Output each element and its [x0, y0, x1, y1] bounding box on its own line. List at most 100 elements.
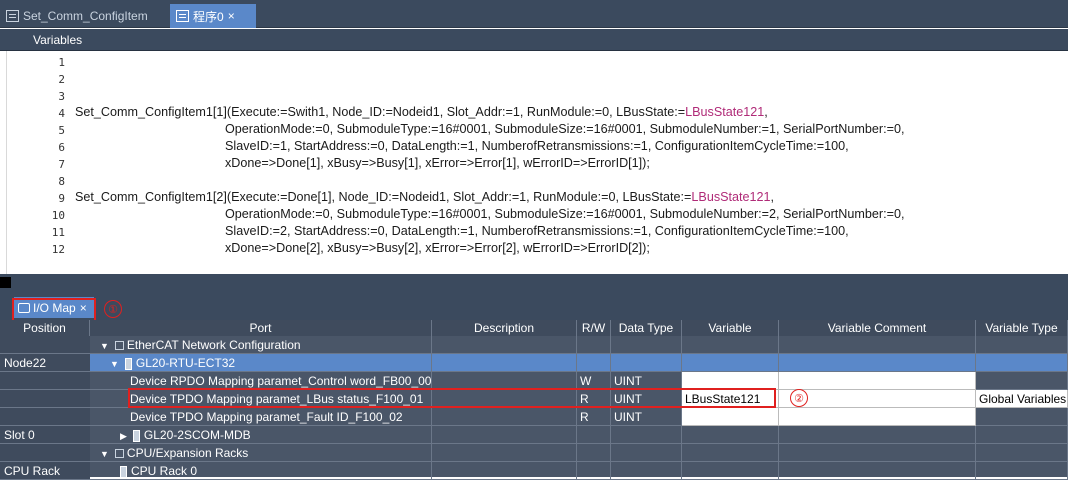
comment-cell[interactable]	[779, 372, 976, 390]
code-line[interactable]: 5 OperationMode:=0, SubmoduleType:=16#000…	[7, 121, 1062, 138]
code-line[interactable]: 2	[7, 70, 1062, 87]
port-cell[interactable]: Device RPDO Mapping paramet_Control word…	[90, 372, 432, 390]
table-row[interactable]: ▼ EtherCAT Network Configuration	[0, 336, 1068, 354]
variable-cell[interactable]	[682, 426, 779, 444]
column-header-port[interactable]: Port	[90, 320, 432, 336]
vartype-cell[interactable]	[976, 372, 1068, 390]
comment-cell[interactable]	[779, 408, 976, 426]
column-header-variable-comment[interactable]: Variable Comment	[779, 320, 976, 336]
comment-cell[interactable]	[779, 426, 976, 444]
code-line[interactable]: 11 SlaveID:=2, StartAddress:=0, DataLengt…	[7, 223, 1062, 240]
variable-cell[interactable]: LBusState121	[682, 390, 779, 408]
rw-cell[interactable]	[577, 462, 611, 480]
code-line[interactable]: 8	[7, 172, 1062, 189]
rw-cell[interactable]: R	[577, 408, 611, 426]
description-cell[interactable]	[432, 462, 577, 480]
rw-cell[interactable]	[577, 444, 611, 462]
rw-cell[interactable]	[577, 336, 611, 354]
vartype-cell[interactable]	[976, 354, 1068, 372]
tab-set-comm-configitem[interactable]: Set_Comm_ConfigItem	[0, 4, 168, 28]
variable-cell[interactable]	[682, 336, 779, 354]
code-line[interactable]: 6 SlaveID:=1, StartAddress:=0, DataLength…	[7, 138, 1062, 155]
type-cell[interactable]	[611, 462, 682, 480]
table-row[interactable]: Device RPDO Mapping paramet_Control word…	[0, 372, 1068, 390]
column-header-description[interactable]: Description	[432, 320, 577, 336]
column-header-variable-type[interactable]: Variable Type	[976, 320, 1068, 336]
description-cell[interactable]	[432, 426, 577, 444]
variable-cell[interactable]	[682, 408, 779, 426]
splitter-handle[interactable]	[0, 277, 11, 288]
port-cell[interactable]: Device TPDO Mapping paramet_LBus status_…	[90, 390, 432, 408]
table-row[interactable]: Slot 0 ▶ GL20-2SCOM-MDB	[0, 426, 1068, 444]
close-icon[interactable]: ×	[228, 9, 235, 23]
variable-cell[interactable]	[682, 444, 779, 462]
port-cell[interactable]: ▼ CPU/Expansion Racks	[90, 444, 432, 462]
type-cell[interactable]: UINT	[611, 408, 682, 426]
type-cell[interactable]: UINT	[611, 390, 682, 408]
code-line[interactable]: 10 OperationMode:=0, SubmoduleType:=16#00…	[7, 206, 1062, 223]
comment-cell[interactable]	[779, 390, 976, 408]
column-header-variable[interactable]: Variable	[682, 320, 779, 336]
type-cell[interactable]: UINT	[611, 372, 682, 390]
vartype-cell[interactable]	[976, 426, 1068, 444]
table-row[interactable]: CPU Rack CPU Rack 0	[0, 462, 1068, 480]
description-cell[interactable]	[432, 354, 577, 372]
tab-io-map[interactable]: I/O Map ×	[14, 297, 94, 318]
close-icon[interactable]: ×	[80, 301, 87, 315]
port-cell[interactable]: CPU Rack 0	[90, 462, 432, 480]
table-row[interactable]: ▼ CPU/Expansion Racks	[0, 444, 1068, 462]
column-header-data-type[interactable]: Data Type	[611, 320, 682, 336]
code-line[interactable]: 3	[7, 87, 1062, 104]
st-code-editor[interactable]: 1 2 3 4 Set_Comm_ConfigItem1[1](Execute:=Swi…	[6, 51, 1068, 274]
type-cell[interactable]	[611, 444, 682, 462]
expand-right-icon[interactable]: ▶	[120, 431, 127, 441]
table-row[interactable]: Node22 ▼ GL20-RTU-ECT32	[0, 354, 1068, 372]
description-cell[interactable]	[432, 390, 577, 408]
code-line[interactable]: 4 Set_Comm_ConfigItem1[1](Execute:=Swith1…	[7, 104, 1062, 121]
io-map-grid[interactable]: Position Port Description R/W Data Type …	[0, 320, 1068, 480]
comment-cell[interactable]	[779, 354, 976, 372]
code-line[interactable]: 1	[7, 53, 1062, 70]
rw-cell[interactable]: R	[577, 390, 611, 408]
description-cell[interactable]	[432, 336, 577, 354]
vartype-cell[interactable]	[976, 408, 1068, 426]
port-cell[interactable]: Device TPDO Mapping paramet_Fault ID_F10…	[90, 408, 432, 426]
code-line[interactable]: 7 xDone=>Done[1], xBusy=>Busy[1], xError=…	[7, 155, 1062, 172]
variables-bar[interactable]: Variables	[0, 29, 1068, 51]
variable-cell[interactable]	[682, 462, 779, 480]
description-cell[interactable]	[432, 372, 577, 390]
expand-down-icon[interactable]: ▼	[110, 359, 119, 369]
comment-cell[interactable]	[779, 336, 976, 354]
code-line[interactable]: 9 Set_Comm_ConfigItem1[2](Execute:=Done[1…	[7, 189, 1062, 206]
variable-cell[interactable]	[682, 354, 779, 372]
code-text: Set_Comm_ConfigItem1[2](Execute:=Done[1]…	[75, 190, 774, 204]
position-cell	[0, 444, 90, 462]
type-cell[interactable]	[611, 354, 682, 372]
expand-down-icon[interactable]: ▼	[100, 341, 109, 351]
comment-cell[interactable]	[779, 462, 976, 480]
type-cell[interactable]	[611, 336, 682, 354]
tab-program0[interactable]: 程序0 ×	[170, 4, 256, 28]
vartype-cell[interactable]	[976, 336, 1068, 354]
port-cell[interactable]: ▼ GL20-RTU-ECT32	[90, 354, 432, 372]
vartype-cell[interactable]	[976, 462, 1068, 480]
column-header-rw[interactable]: R/W	[577, 320, 611, 336]
table-row[interactable]: Device TPDO Mapping paramet_LBus status_…	[0, 390, 1068, 408]
vartype-cell[interactable]	[976, 444, 1068, 462]
code-line[interactable]: 12 xDone=>Done[2], xBusy=>Busy[2], xError…	[7, 240, 1062, 257]
column-header-position[interactable]: Position	[0, 320, 90, 336]
rw-cell[interactable]	[577, 354, 611, 372]
comment-cell[interactable]	[779, 444, 976, 462]
variable-cell[interactable]	[682, 372, 779, 390]
rw-cell[interactable]	[577, 426, 611, 444]
port-cell[interactable]: ▼ EtherCAT Network Configuration	[90, 336, 432, 354]
description-cell[interactable]	[432, 408, 577, 426]
type-cell[interactable]	[611, 426, 682, 444]
expand-down-icon[interactable]: ▼	[100, 449, 109, 459]
table-row[interactable]: Device TPDO Mapping paramet_Fault ID_F10…	[0, 408, 1068, 426]
rw-cell[interactable]: W	[577, 372, 611, 390]
port-cell[interactable]: ▶ GL20-2SCOM-MDB	[90, 426, 432, 444]
pane-splitter[interactable]	[0, 274, 1068, 290]
vartype-cell[interactable]: Global Variables	[976, 390, 1068, 408]
description-cell[interactable]	[432, 444, 577, 462]
